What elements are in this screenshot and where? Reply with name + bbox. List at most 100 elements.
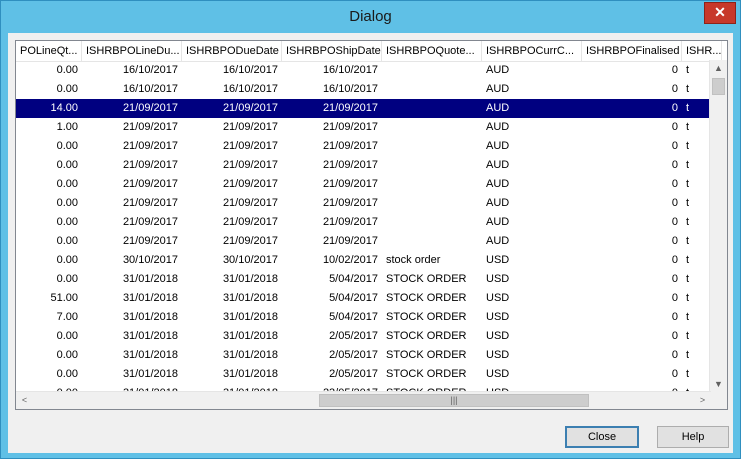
table-row[interactable]: 0.00 21/09/2017 21/09/2017 21/09/2017 AUD 0 t <box>16 213 711 232</box>
table-cell: 16/10/2017 <box>122 64 178 76</box>
table-row[interactable]: 0.00 21/09/2017 21/09/2017 21/09/2017 AUD 0 t <box>16 175 711 194</box>
table-cell: AUD <box>486 83 510 95</box>
close-window-icon[interactable]: ✕ <box>704 2 736 24</box>
table-row[interactable]: 0.00 31/01/2018 31/01/2018 2/05/2017 STOCK O… <box>16 365 711 384</box>
table-row[interactable]: 0.00 31/01/2018 31/01/2018 2/05/2017 STOCK O… <box>16 346 711 365</box>
scrollbar-corner <box>710 392 727 409</box>
data-grid[interactable]: POLineQt... ISHRBPOLineDu... ISHRBPODueDat… <box>15 40 728 410</box>
table-cell: 30/10/2017 <box>222 254 278 266</box>
table-row[interactable]: 1.00 21/09/2017 21/09/2017 21/09/2017 AUD 0 t <box>16 118 711 137</box>
table-row[interactable]: 0.00 30/10/2017 30/10/2017 10/02/2017 stock … <box>16 251 711 270</box>
table-row[interactable]: 0.00 21/09/2017 21/09/2017 21/09/2017 AUD 0 t <box>16 137 711 156</box>
table-cell: 2/05/2017 <box>329 368 378 380</box>
table-cell: STOCK ORDER <box>386 273 467 285</box>
table-cell: 0 <box>671 178 678 190</box>
table-cell <box>382 175 482 194</box>
column-header[interactable]: ISHRBPOLineDu... <box>82 41 182 61</box>
table-cell: 21/09/2017 <box>322 140 378 152</box>
table-cell: 0 <box>671 273 678 285</box>
table-cell: 31/01/2018 <box>222 368 278 380</box>
table-row[interactable]: 0.00 31/01/2018 31/01/2018 2/05/2017 STOCK O… <box>16 327 711 346</box>
table-row[interactable]: 0.00 16/10/2017 16/10/2017 16/10/2017 AUD 0 t <box>16 80 711 99</box>
table-cell: 0 <box>671 197 678 209</box>
table-cell: USD <box>486 292 510 304</box>
window-title: Dialog <box>349 8 392 25</box>
table-cell: 21/09/2017 <box>222 102 278 114</box>
table-cell: 21/09/2017 <box>122 159 178 171</box>
table-row[interactable]: 0.00 31/01/2018 31/01/2018 5/04/2017 STOCK O… <box>16 270 711 289</box>
table-cell: 31/01/2018 <box>122 349 178 361</box>
table-cell: 21/09/2017 <box>322 235 378 247</box>
table-cell <box>382 194 482 213</box>
table-cell: 16/10/2017 <box>122 83 178 95</box>
table-cell: 16/10/2017 <box>322 64 378 76</box>
table-cell: AUD <box>486 140 510 152</box>
horizontal-scrollbar[interactable]: < ||| > <box>16 391 711 409</box>
table-cell: 21/09/2017 <box>222 235 278 247</box>
horizontal-scroll-thumb[interactable]: ||| <box>319 394 589 407</box>
table-cell <box>382 232 482 251</box>
grid-header: POLineQt... ISHRBPOLineDu... ISHRBPODueDat… <box>16 41 722 62</box>
table-row[interactable]: 0.00 21/09/2017 21/09/2017 21/09/2017 AUD 0 t <box>16 232 711 251</box>
table-cell: stock order <box>386 254 441 266</box>
table-row[interactable]: 0.00 21/09/2017 21/09/2017 21/09/2017 AUD 0 t <box>16 156 711 175</box>
scroll-right-icon[interactable]: > <box>694 392 711 409</box>
vertical-scroll-thumb[interactable] <box>712 78 725 95</box>
table-cell <box>382 99 482 118</box>
table-cell: 2/05/2017 <box>329 349 378 361</box>
table-cell: 16/10/2017 <box>322 83 378 95</box>
table-cell: USD <box>486 330 510 342</box>
table-cell: 0 <box>671 349 678 361</box>
close-button[interactable]: Close <box>565 426 639 448</box>
table-row[interactable]: 14.00 21/09/2017 21/09/2017 21/09/2017 AUD 0 t <box>16 99 711 118</box>
help-button[interactable]: Help <box>657 426 729 448</box>
table-cell: 16/10/2017 <box>222 83 278 95</box>
table-cell: 0 <box>671 254 678 266</box>
table-cell: 21/09/2017 <box>222 140 278 152</box>
table-row[interactable]: 0.00 16/10/2017 16/10/2017 16/10/2017 AUD 0 t <box>16 61 711 80</box>
table-cell: STOCK ORDER <box>386 311 467 323</box>
table-cell: 5/04/2017 <box>329 311 378 323</box>
table-cell: AUD <box>486 178 510 190</box>
table-cell: 21/09/2017 <box>122 121 178 133</box>
column-header[interactable]: ISHRBPOShipDate <box>282 41 382 61</box>
table-cell: 0 <box>671 121 678 133</box>
table-cell: 0 <box>671 140 678 152</box>
table-cell: 21/09/2017 <box>322 216 378 228</box>
table-cell: 0.00 <box>56 330 78 342</box>
table-cell: STOCK ORDER <box>386 368 467 380</box>
table-row[interactable]: 7.00 31/01/2018 31/01/2018 5/04/2017 STOCK O… <box>16 308 711 327</box>
table-cell: 31/01/2018 <box>122 311 178 323</box>
dialog-client-area: POLineQt... ISHRBPOLineDu... ISHRBPODueDat… <box>8 33 733 453</box>
table-row[interactable]: 51.00 31/01/2018 31/01/2018 5/04/2017 STOCK … <box>16 289 711 308</box>
table-cell: USD <box>486 368 510 380</box>
table-row[interactable]: 0.00 21/09/2017 21/09/2017 21/09/2017 AUD 0 t <box>16 194 711 213</box>
table-cell: 0.00 <box>56 64 78 76</box>
table-cell: 31/01/2018 <box>222 273 278 285</box>
table-cell: 31/01/2018 <box>122 273 178 285</box>
table-cell: 31/01/2018 <box>222 292 278 304</box>
vertical-scrollbar[interactable]: ▲ ▼ <box>709 60 727 393</box>
table-cell: AUD <box>486 235 510 247</box>
scroll-left-icon[interactable]: < <box>16 392 33 409</box>
column-header[interactable]: ISHRBPODueDate <box>182 41 282 61</box>
table-cell: 0 <box>671 311 678 323</box>
table-cell <box>382 61 482 80</box>
table-cell: 0 <box>671 292 678 304</box>
title-bar[interactable]: Dialog ✕ <box>1 1 740 33</box>
table-cell: 16/10/2017 <box>222 64 278 76</box>
column-header[interactable]: ISHRBPOQuote... <box>382 41 482 61</box>
column-header[interactable]: POLineQt... <box>16 41 82 61</box>
table-cell <box>382 118 482 137</box>
column-header[interactable]: ISHRBPOFinalised <box>582 41 682 61</box>
column-header[interactable]: ISHR... <box>682 41 722 61</box>
table-cell: 21/09/2017 <box>122 216 178 228</box>
table-cell: 21/09/2017 <box>122 197 178 209</box>
table-cell: 31/01/2018 <box>122 330 178 342</box>
table-cell: USD <box>486 254 510 266</box>
scroll-down-icon[interactable]: ▼ <box>710 376 727 393</box>
table-cell: 21/09/2017 <box>122 140 178 152</box>
column-header[interactable]: ISHRBPOCurrC... <box>482 41 582 61</box>
scroll-up-icon[interactable]: ▲ <box>710 60 727 77</box>
table-cell: AUD <box>486 197 510 209</box>
